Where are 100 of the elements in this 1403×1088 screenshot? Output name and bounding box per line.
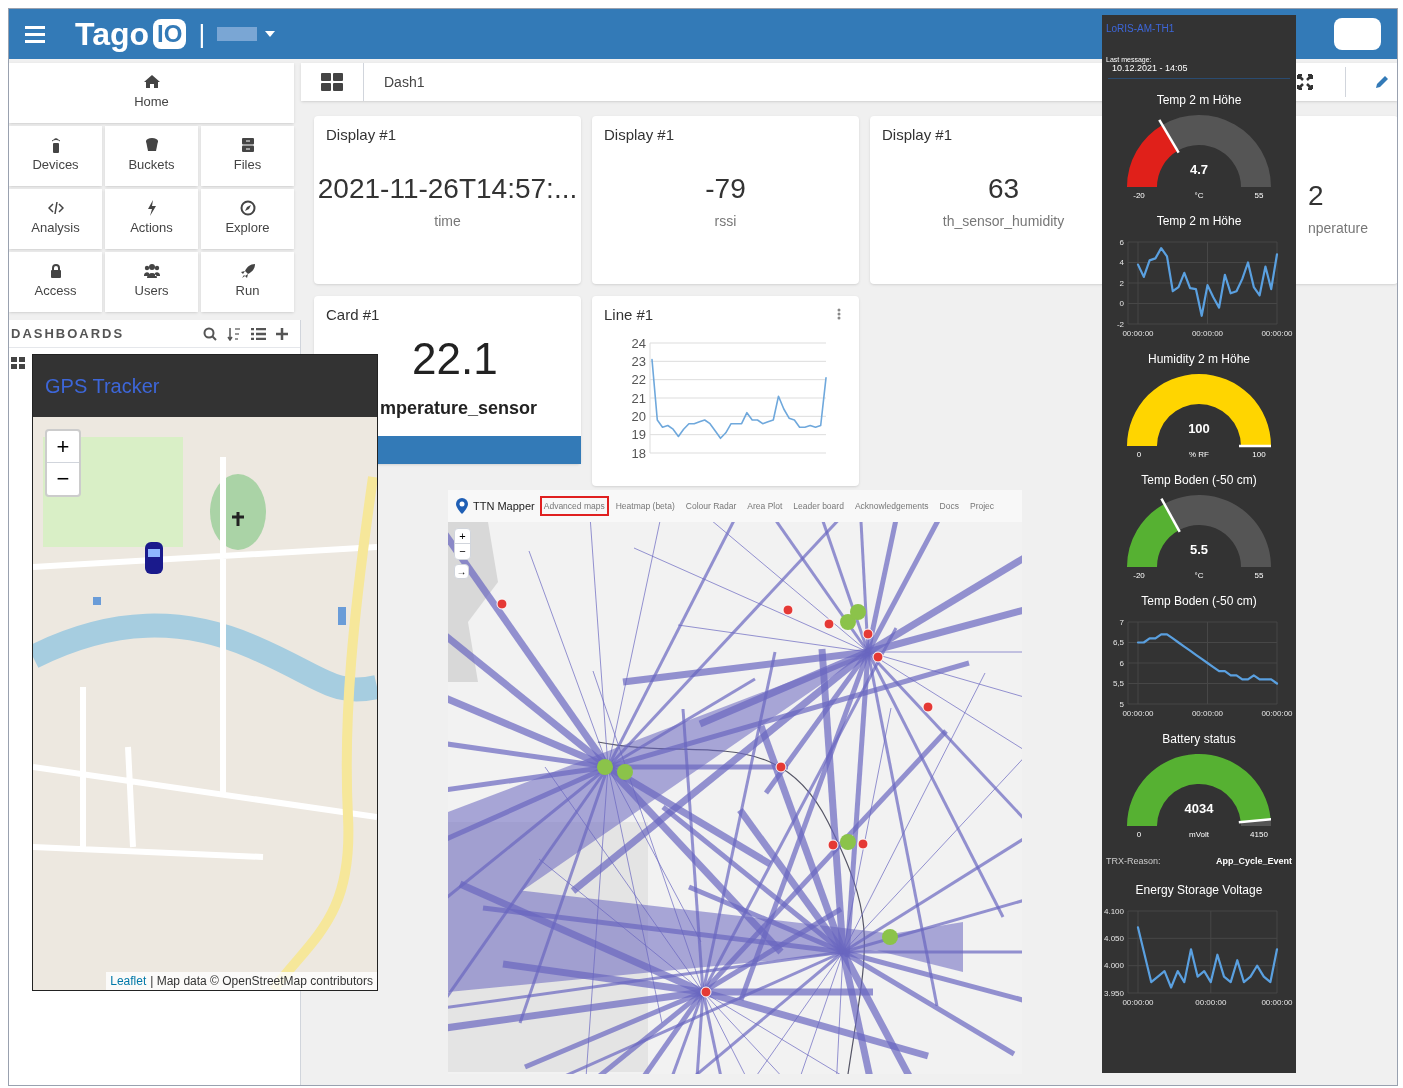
field-value: App_Cycle_Event <box>1215 855 1292 869</box>
axis-tick-label: 21 <box>631 390 646 406</box>
nav-tile[interactable]: Files <box>201 126 294 186</box>
compass-icon <box>239 200 256 217</box>
nav-link[interactable]: Projec <box>965 495 999 517</box>
card-label: mperature_sensor <box>380 396 538 420</box>
axis-tick-label: 5 <box>1119 700 1124 710</box>
axis-tick-label: 00:00:00 <box>1191 329 1224 339</box>
brand-name: TTN Mapper <box>473 498 535 514</box>
search-icon[interactable] <box>203 326 217 341</box>
nav-link[interactable]: Area Plot <box>743 495 787 517</box>
axis-tick-label: 6,5 <box>1112 638 1124 648</box>
display-value: 63 <box>987 174 1020 203</box>
widget-title: Temp Boden (-50 cm) <box>1141 593 1257 611</box>
section-heading: DASHBOARDS <box>11 324 126 343</box>
more-icon[interactable] <box>837 308 841 320</box>
menu-icon[interactable] <box>25 25 47 43</box>
gauge-unit: °C <box>1194 572 1204 581</box>
axis-tick-label: 7 <box>1119 618 1124 628</box>
device-title: LoRIS-AM-TH1 <box>1105 22 1176 36</box>
gauge-max: 55 <box>1253 192 1265 201</box>
axis-tick-label: 00:00:00 <box>1191 709 1224 719</box>
axis-tick-label: 00:00:00 <box>1261 997 1293 1007</box>
list-icon[interactable] <box>251 327 266 340</box>
nav-tile[interactable]: Home <box>9 63 294 123</box>
zoom-out-button[interactable]: − <box>47 463 79 495</box>
nav-tile[interactable]: Access <box>9 252 102 312</box>
edit-icon[interactable] <box>1374 74 1390 90</box>
map-pin-icon <box>456 498 468 514</box>
zoom-in-button[interactable]: + <box>47 431 79 463</box>
account-selector[interactable] <box>217 27 276 41</box>
widget-title: Battery status <box>1162 731 1236 749</box>
nav-tile[interactable]: Explore <box>201 189 294 249</box>
gauge-unit: % RF <box>1189 451 1209 460</box>
nav-link[interactable]: Advanced maps <box>539 495 609 517</box>
nav-tile[interactable]: Analysis <box>9 189 102 249</box>
zoom-out-button[interactable]: − <box>455 544 470 559</box>
axis-tick-label: 0 <box>1119 299 1124 309</box>
profile-button[interactable] <box>1334 18 1381 50</box>
gauge-needle <box>1160 498 1181 533</box>
axis-tick-label: 00:00:00 <box>1195 997 1227 1007</box>
axis-tick-label: 6 <box>1119 238 1124 248</box>
logo-text: Tago <box>75 18 150 50</box>
dashboard-icon[interactable] <box>11 357 25 369</box>
axis-tick-label: 20 <box>631 408 646 424</box>
axis-tick-label: 5,5 <box>1112 679 1124 689</box>
widget-title: Line #1 <box>604 305 654 325</box>
card-value: 22.1 <box>412 336 498 381</box>
code-icon <box>47 200 64 217</box>
home-icon <box>143 74 160 91</box>
nav-tile[interactable]: Buckets <box>105 126 198 186</box>
nav-tile[interactable]: Devices <box>9 126 102 186</box>
nav-tile[interactable]: Actions <box>105 189 198 249</box>
axis-tick-label: 4.100 <box>1104 906 1124 916</box>
axis-tick-label: 23 <box>631 353 646 369</box>
fullscreen-icon[interactable] <box>1297 74 1313 90</box>
axis-tick-label: 19 <box>631 426 646 442</box>
gauge-max: 55 <box>1253 572 1265 581</box>
gauge-value: 4034 <box>1184 802 1214 816</box>
last-message-time: 10.12.2021 - 14:05 <box>1111 63 1189 75</box>
display-label: th_sensor_humidity <box>942 211 1065 231</box>
nav-tile[interactable]: Run <box>201 252 294 312</box>
nav-link[interactable]: Leader board <box>789 495 848 517</box>
nav-link[interactable]: Heatmap (beta) <box>611 495 679 517</box>
gauge-needle <box>1239 445 1271 448</box>
caret-icon <box>265 31 276 37</box>
axis-tick-label: 00:00:00 <box>1122 997 1154 1007</box>
axis-tick-label: 18 <box>631 445 646 461</box>
axis-tick-label: 00:00:00 <box>1122 709 1154 719</box>
display-value: -79 <box>705 174 746 203</box>
axis-tick-label: 4 <box>1119 258 1124 268</box>
nav-link[interactable]: Acknowledgements <box>850 495 933 517</box>
leaflet-link[interactable]: Leaflet <box>110 972 147 990</box>
axis-tick-label: 00:00:00 <box>1122 329 1154 339</box>
gauge-needle <box>1238 817 1271 824</box>
dashboard-title: Dash1 <box>384 72 425 92</box>
axis-tick-label: 00:00:00 <box>1261 709 1293 719</box>
field-label: TRX-Reason: <box>1106 855 1161 869</box>
gauge-min: 0 <box>1135 831 1143 840</box>
widget-title: Card #1 <box>326 305 380 325</box>
gauge-max: 4150 <box>1249 831 1269 840</box>
dashboard-grid-icon[interactable] <box>321 73 343 91</box>
sort-icon[interactable] <box>227 326 241 341</box>
widget-title: Temp 2 m Höhe <box>1156 213 1242 231</box>
zoom-in-button[interactable]: + <box>455 529 470 544</box>
map-attribution: | Map data © OpenStreetMap contributors <box>150 973 373 990</box>
display-value: 2021-11-26T14:57:... <box>317 174 578 203</box>
gauge-value: 5.5 <box>1189 543 1209 557</box>
axis-tick-label: 6 <box>1119 659 1124 669</box>
nav-tile[interactable]: Users <box>105 252 198 312</box>
gauge-unit: mVolt <box>1189 831 1209 840</box>
users-icon <box>143 263 160 280</box>
axis-tick-label: 24 <box>631 335 646 351</box>
axis-tick-label: 22 <box>631 371 646 387</box>
nav-link[interactable]: Docs <box>935 495 963 517</box>
locate-button[interactable]: → <box>454 564 469 579</box>
nav-link[interactable]: Colour Radar <box>681 495 741 517</box>
gauge-min: -20 <box>1132 572 1146 581</box>
display-label: rssi <box>714 211 737 231</box>
add-icon[interactable] <box>276 327 288 340</box>
